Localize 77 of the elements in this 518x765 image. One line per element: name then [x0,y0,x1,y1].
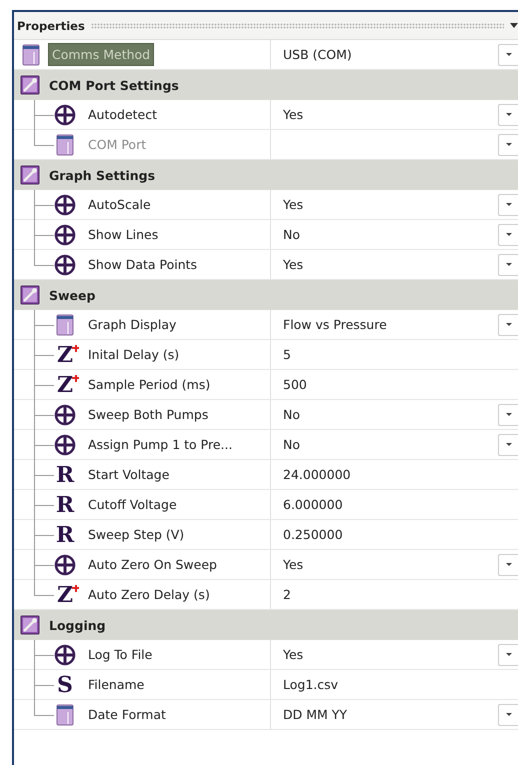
property-name[interactable]: Sweep Both Pumps [85,404,212,425]
plus-circle-icon [54,554,76,576]
list-icon [20,44,42,66]
property-value[interactable]: No [283,227,300,242]
property-name[interactable]: Filename [85,674,148,695]
category-label: Logging [49,618,106,632]
category-label: COM Port Settings [49,78,179,92]
dropdown-button[interactable] [498,704,518,726]
property-value[interactable]: 0.250000 [283,527,343,542]
property-name[interactable]: AutoScale [85,194,154,215]
plus-circle-icon [54,644,76,666]
folder-wrench-icon [20,165,40,185]
type-letter-icon: R [54,492,76,516]
property-value[interactable]: Yes [283,557,304,572]
property-name[interactable]: Show Lines [85,224,162,245]
plus-circle-icon [54,104,76,126]
property-value[interactable]: Yes [283,647,304,662]
property-value[interactable]: 6.000000 [283,497,343,512]
property-name[interactable]: Auto Zero On Sweep [85,554,220,575]
property-value[interactable]: Yes [283,107,304,122]
gripper[interactable] [90,22,504,28]
property-name[interactable]: Graph Display [85,314,180,335]
folder-wrench-icon [20,75,40,95]
dropdown-button[interactable] [498,104,518,126]
property-value[interactable]: 2 [283,587,291,602]
dropdown-button[interactable] [498,434,518,456]
dropdown-button[interactable] [498,644,518,666]
property-name[interactable]: Inital Delay (s) [85,344,182,365]
dropdown-button[interactable] [498,254,518,276]
plus-circle-icon [54,194,76,216]
dropdown-button[interactable] [498,314,518,336]
property-name[interactable]: Assign Pump 1 to Pre... [85,434,236,455]
dropdown-button[interactable] [498,44,518,66]
category-row[interactable]: Logging [14,610,518,640]
property-value[interactable]: No [283,407,300,422]
category-label: Graph Settings [49,168,156,182]
caret-icon[interactable] [510,23,518,28]
plus-circle-icon [54,404,76,426]
property-value[interactable]: 500 [283,377,307,392]
type-letter-icon: S [54,672,76,696]
dropdown-button[interactable] [498,194,518,216]
property-name[interactable]: Sweep Step (V) [85,524,188,545]
plus-circle-icon [54,224,76,246]
property-name[interactable]: Log To File [85,644,156,665]
property-value[interactable]: No [283,437,300,452]
category-label: Sweep [49,288,96,302]
property-value[interactable]: Yes [283,197,304,212]
property-value[interactable]: 24.000000 [283,467,351,482]
list-icon [54,704,76,726]
dropdown-button[interactable] [498,404,518,426]
category-row[interactable]: Graph Settings [14,160,518,190]
property-name[interactable]: Sample Period (ms) [85,374,214,395]
dropdown-button[interactable] [498,224,518,246]
category-row[interactable]: Sweep [14,280,518,310]
property-value[interactable]: Yes [283,257,304,272]
property-value[interactable]: Log1.csv [283,677,338,692]
dropdown-button[interactable] [498,554,518,576]
property-name[interactable]: Show Data Points [85,254,200,275]
property-value[interactable]: Flow vs Pressure [283,317,387,332]
category-row[interactable]: COM Port Settings [14,70,518,100]
property-value[interactable]: USB (COM) [283,47,352,62]
type-letter-icon: R [54,522,76,546]
property-value[interactable]: 5 [283,347,291,362]
list-icon [54,314,76,336]
property-value[interactable]: DD MM YY [283,707,348,722]
panel-title: Properties [17,18,85,32]
list-icon [54,134,76,156]
property-name[interactable]: Auto Zero Delay (s) [85,584,213,605]
property-name[interactable]: Cutoff Voltage [85,494,180,515]
plus-circle-icon [54,254,76,276]
property-name[interactable]: Autodetect [85,104,160,125]
type-letter-icon: R [54,462,76,486]
property-name[interactable]: Start Voltage [85,464,172,485]
folder-wrench-icon [20,285,40,305]
folder-wrench-icon [20,615,40,635]
plus-circle-icon [54,434,76,456]
property-name[interactable]: Date Format [85,704,169,725]
